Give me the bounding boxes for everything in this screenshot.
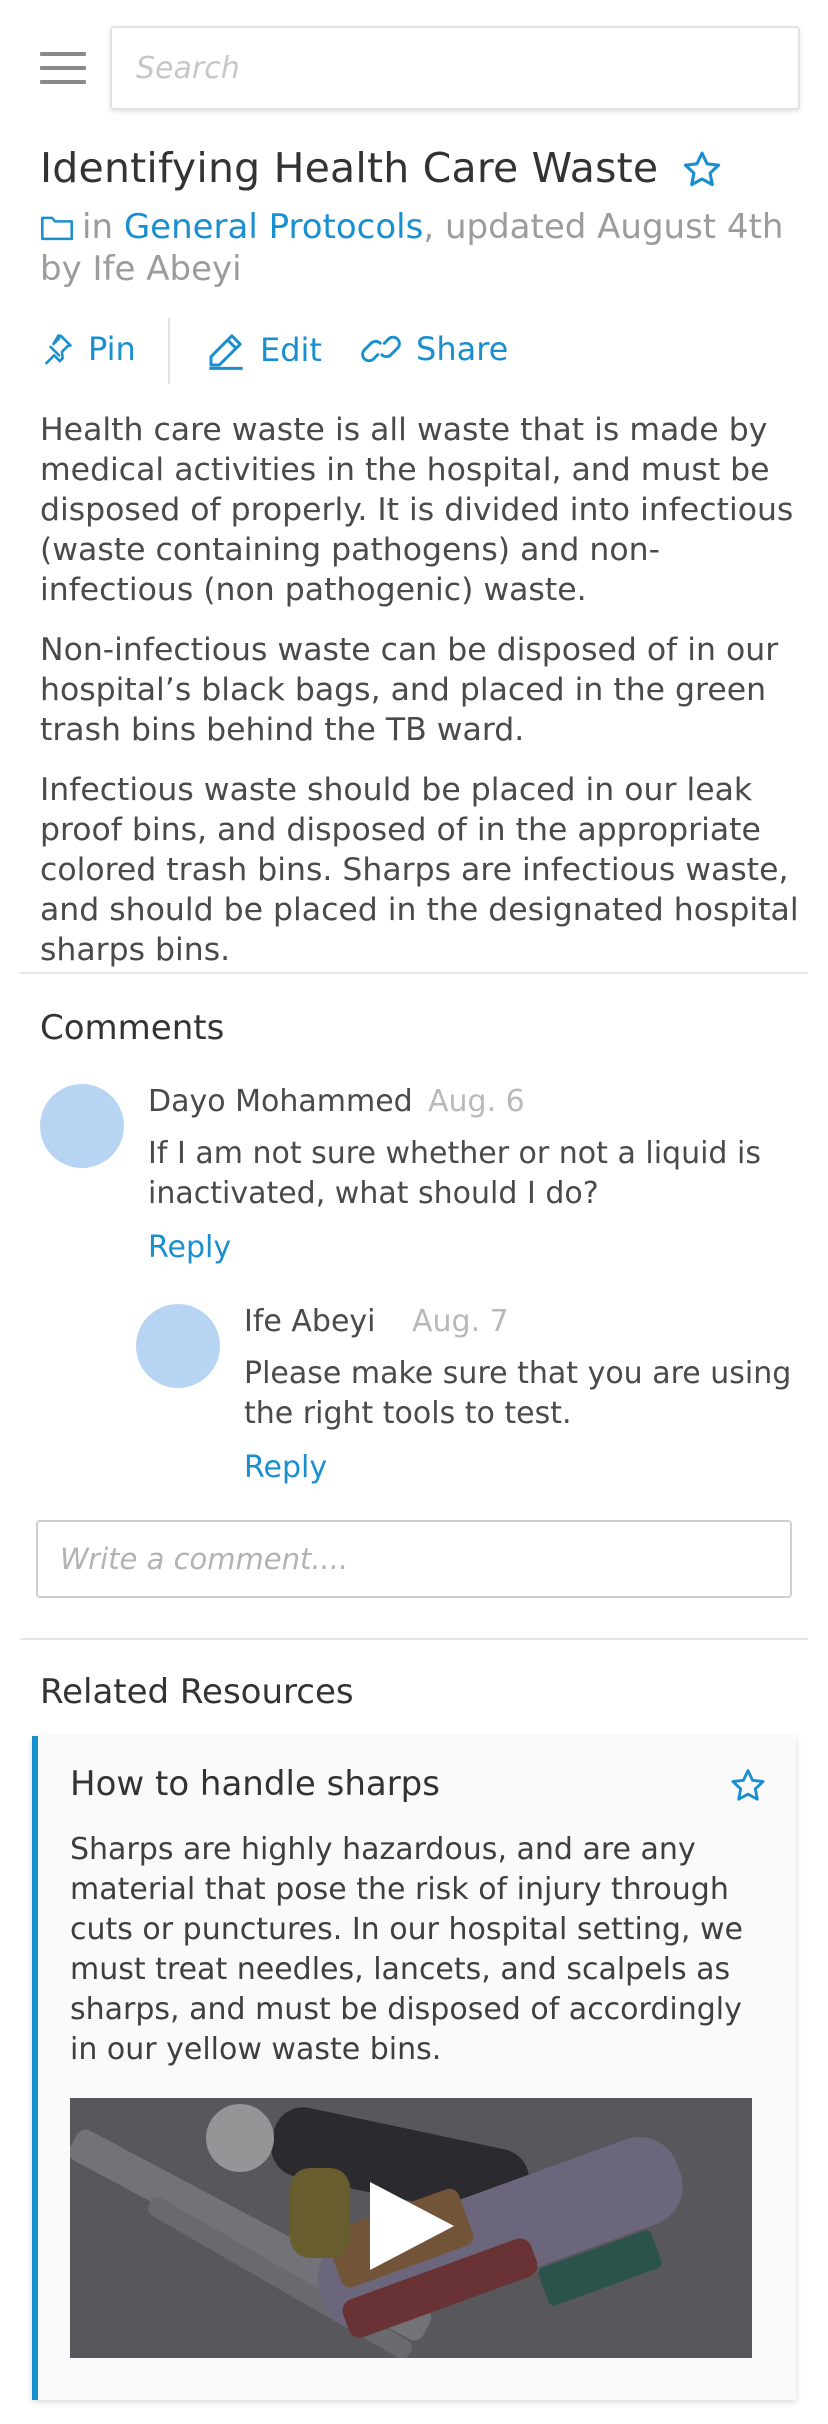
comments-heading: Comments [40,1008,225,1048]
star-icon[interactable] [680,148,724,192]
reply-button[interactable]: Reply [244,1450,327,1485]
related-heading: Related Resources [40,1672,354,1712]
comment-author[interactable]: Ife Abeyi [244,1304,376,1339]
article-meta: in General Protocols, updated August 4th… [40,206,800,290]
page-title: Identifying Health Care Waste [40,144,659,192]
search-input[interactable] [110,26,800,110]
reply-button[interactable]: Reply [148,1230,231,1265]
hamburger-menu-icon[interactable] [40,52,86,84]
action-divider [168,318,170,384]
resource-card[interactable]: How to handle sharps Sharps are highly h… [32,1736,796,2400]
article-paragraph: Infectious waste should be placed in our… [40,772,799,968]
folder-icon [41,216,73,241]
share-label: Share [416,330,509,368]
resource-title[interactable]: How to handle sharps [70,1764,440,1804]
link-icon [361,335,401,363]
comment-text: If I am not sure whether or not a liquid… [148,1136,761,1211]
play-icon[interactable] [370,2182,454,2270]
comment-date: Aug. 7 [412,1304,509,1339]
edit-label: Edit [260,331,322,369]
pencil-icon [209,334,243,370]
pin-icon [45,334,72,365]
avatar[interactable] [40,1084,124,1168]
share-button[interactable]: Share [360,330,508,368]
divider [20,1638,808,1640]
comment-input[interactable] [36,1520,792,1598]
article-paragraph: Non-infectious waste can be disposed of … [40,632,779,748]
divider [20,972,808,974]
category-link[interactable]: General Protocols [124,207,424,247]
star-icon[interactable] [728,1766,768,1806]
comment-date: Aug. 6 [428,1084,525,1119]
meta-prefix: in [82,207,124,247]
pin-button[interactable]: Pin [40,330,136,368]
video-thumbnail[interactable] [70,2098,752,2358]
article-actions: Pin Edit Share [40,318,800,384]
avatar[interactable] [136,1304,220,1388]
article-paragraph: Health care waste is all waste that is m… [40,412,794,608]
pin-label: Pin [88,330,136,368]
resource-description: Sharps are highly hazardous, and are any… [70,1832,743,2067]
top-bar [0,0,828,134]
comment-author[interactable]: Dayo Mohammed [148,1084,413,1119]
comment-text: Please make sure that you are using the … [244,1356,792,1431]
article-body: Health care waste is all waste that is m… [40,410,800,990]
edit-button[interactable]: Edit [206,330,322,370]
